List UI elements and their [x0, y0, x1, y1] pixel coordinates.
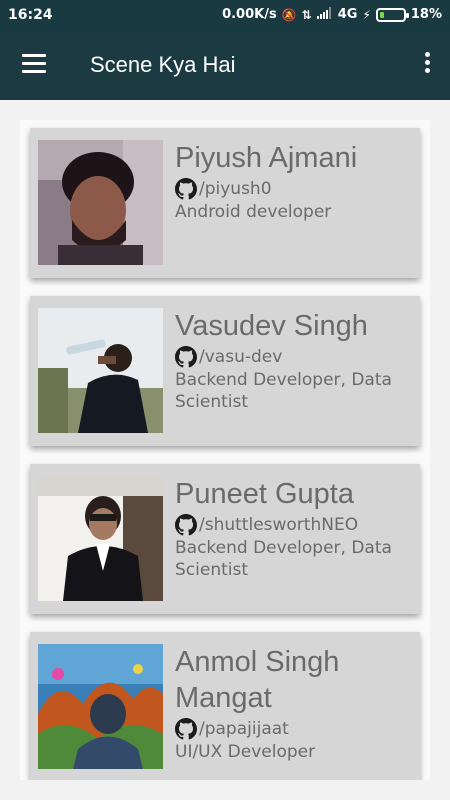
member-info: Anmol Singh Mangat /papajijaat UI/UX Dev… [175, 644, 415, 763]
battery-icon [375, 7, 409, 22]
profile-photo [38, 644, 163, 769]
bottom-spacer [0, 780, 450, 800]
github-handle: /papajijaat [199, 719, 289, 739]
github-handle: /shuttlesworthNEO [199, 515, 359, 535]
profile-photo [38, 140, 163, 265]
more-vert-icon[interactable] [422, 52, 432, 80]
member-role: Backend Developer, Data Scientist [175, 538, 392, 580]
team-card[interactable]: Puneet Gupta /shuttlesworthNEO Backend D… [30, 464, 420, 614]
member-name: Vasudev Singh [175, 310, 368, 342]
content-area: Piyush Ajmani /piyush0 Android developer [0, 100, 450, 800]
data-transfer-icon: ⇅ [301, 7, 312, 22]
app-bar: Scene Kya Hai [0, 32, 450, 100]
net-speed: 0.00K/s [222, 7, 277, 22]
team-list[interactable]: Piyush Ajmani /piyush0 Android developer [20, 120, 430, 780]
github-icon [175, 514, 197, 536]
team-card[interactable]: Vasudev Singh /vasu-dev Backend Develope… [30, 296, 420, 446]
status-bar: 16:24 0.00K/s 🔕 ⇅ 4G ⚡ 18% [0, 0, 450, 32]
github-link[interactable]: /papajijaat [175, 718, 415, 740]
network-type: 4G [337, 7, 358, 22]
github-icon [175, 718, 197, 740]
github-link[interactable]: /piyush0 [175, 178, 415, 200]
battery-level-fill [379, 11, 384, 18]
member-role: Backend Developer, Data Scientist [175, 370, 392, 412]
github-link[interactable]: /shuttlesworthNEO [175, 514, 415, 536]
github-handle: /vasu-dev [199, 347, 283, 367]
member-role: UI/UX Developer [175, 742, 316, 762]
signal-icon [316, 7, 333, 22]
member-info: Vasudev Singh /vasu-dev Backend Develope… [175, 308, 415, 413]
status-time: 16:24 [8, 7, 53, 23]
member-name: Piyush Ajmani [175, 142, 358, 174]
github-icon [175, 346, 197, 368]
github-link[interactable]: /vasu-dev [175, 346, 415, 368]
member-name: Anmol Singh Mangat [175, 646, 340, 714]
member-info: Puneet Gupta /shuttlesworthNEO Backend D… [175, 476, 415, 581]
battery-percent: 18% [410, 7, 442, 22]
app-title: Scene Kya Hai [90, 52, 236, 77]
charging-icon: ⚡ [362, 7, 371, 22]
alarm-off-icon: 🔕 [281, 7, 297, 22]
team-card[interactable]: Piyush Ajmani /piyush0 Android developer [30, 128, 420, 278]
github-icon [175, 178, 197, 200]
hamburger-menu-icon[interactable] [22, 54, 48, 76]
member-info: Piyush Ajmani /piyush0 Android developer [175, 140, 415, 223]
team-card[interactable]: Anmol Singh Mangat /papajijaat UI/UX Dev… [30, 632, 420, 780]
member-role: Android developer [175, 202, 332, 222]
profile-photo [38, 476, 163, 601]
status-indicators: 0.00K/s 🔕 ⇅ 4G ⚡ 18% [222, 7, 442, 22]
profile-photo [38, 308, 163, 433]
member-name: Puneet Gupta [175, 478, 354, 510]
github-handle: /piyush0 [199, 179, 272, 199]
